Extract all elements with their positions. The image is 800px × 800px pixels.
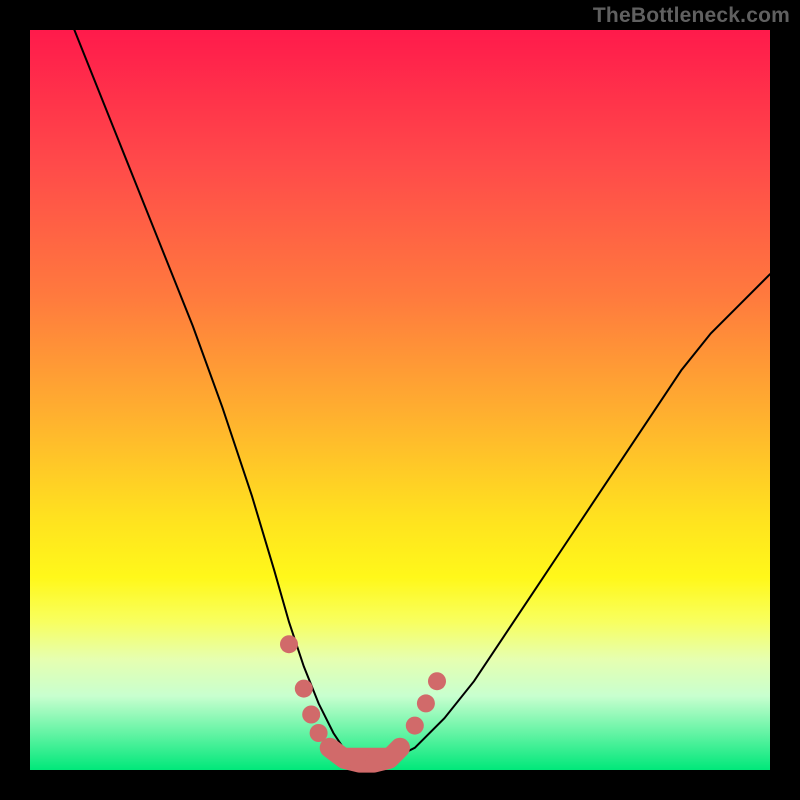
data-marker [391, 739, 409, 757]
plot-area [30, 30, 770, 770]
data-marker [295, 680, 313, 698]
curve-path [74, 30, 770, 763]
data-marker [302, 706, 320, 724]
marker-group [280, 635, 446, 771]
data-marker [406, 717, 424, 735]
data-marker [310, 724, 328, 742]
watermark-label: TheBottleneck.com [593, 4, 790, 28]
data-marker [280, 635, 298, 653]
bottleneck-curve [30, 30, 770, 770]
chart-frame: TheBottleneck.com [0, 0, 800, 800]
data-marker [417, 694, 435, 712]
data-marker [428, 672, 446, 690]
data-marker [321, 739, 339, 757]
